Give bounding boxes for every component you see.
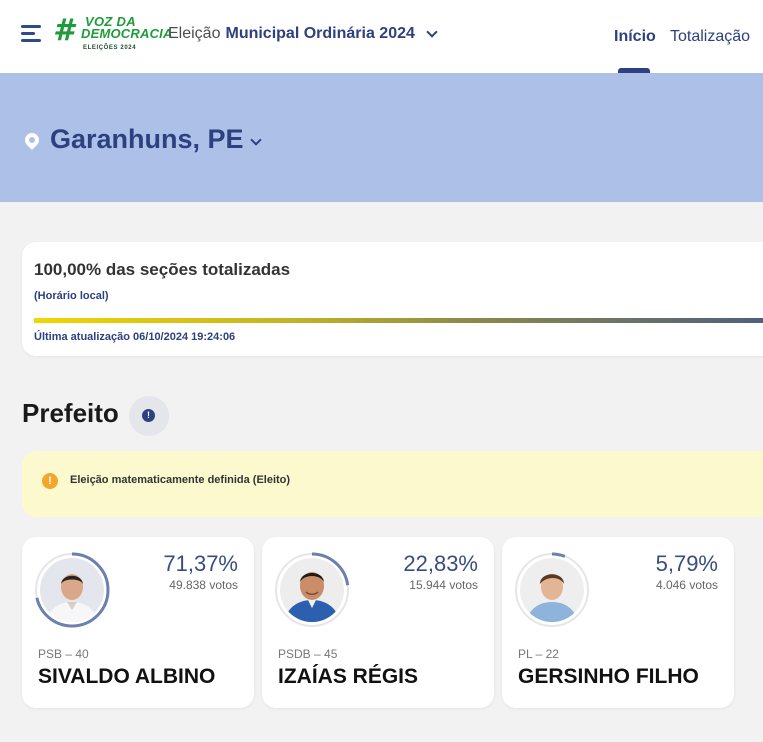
- menu-icon[interactable]: [21, 24, 41, 42]
- progress-title: 100,00% das seções totalizadas: [34, 260, 291, 279]
- election-prefix: Eleição: [168, 25, 221, 42]
- candidate-avatar: [40, 558, 104, 622]
- election-status-alert: ! Eleição matematicamente definida (Elei…: [22, 451, 763, 517]
- progress-subtitle: (Horário local): [34, 290, 109, 302]
- voz-da-democracia-logo[interactable]: # VOZ DA DEMOCRACIA ELEIÇÕES 2024: [53, 13, 172, 55]
- progress-bar: [34, 318, 763, 323]
- tab-totalizacao[interactable]: Totalização: [670, 28, 750, 46]
- candidate-photo: [274, 552, 350, 628]
- alert-text: Eleição matematicamente definida (Eleito…: [70, 474, 291, 486]
- election-selector[interactable]: Eleição Municipal Ordinária 2024: [168, 23, 438, 45]
- candidate-percent: 71,37%: [163, 551, 238, 576]
- candidate-party: PL – 22: [518, 647, 559, 661]
- logo-hashtag: #: [53, 13, 74, 48]
- candidate-percent: 5,79%: [655, 551, 718, 576]
- candidate-name: IZAÍAS RÉGIS: [278, 665, 419, 688]
- election-name: Municipal Ordinária 2024: [225, 25, 415, 42]
- candidate-party: PSDB – 45: [278, 647, 338, 661]
- candidate-party: PSB – 40: [38, 647, 89, 661]
- candidate-photo: [514, 552, 590, 628]
- candidate-card[interactable]: 22,83% 15.944 votos PSDB – 45 IZAÍAS RÉG…: [262, 537, 494, 708]
- candidate-votes: 49.838 votos: [169, 578, 238, 592]
- candidate-avatar: [520, 558, 584, 622]
- totalization-progress-card: 100,00% das seções totalizadas (Horário …: [22, 242, 763, 356]
- candidate-percent: 22,83%: [403, 551, 478, 576]
- city-selector[interactable]: Garanhuns, PE: [50, 124, 244, 155]
- info-icon: !: [142, 409, 155, 422]
- logo-line-3: ELEIÇÕES 2024: [83, 45, 137, 51]
- top-header: # VOZ DA DEMOCRACIA ELEIÇÕES 2024 Eleiçã…: [0, 0, 763, 73]
- candidate-photo: [34, 552, 110, 628]
- info-button[interactable]: !: [129, 396, 169, 436]
- candidate-votes: 4.046 votos: [655, 578, 718, 592]
- candidate-card[interactable]: 71,37% 49.838 votos PSB – 40 SIVALDO ALB…: [22, 537, 254, 708]
- candidate-avatar: [280, 558, 344, 622]
- logo-line-2: DEMOCRACIA: [81, 26, 173, 41]
- candidate-votes: 15.944 votos: [409, 578, 478, 592]
- chevron-down-icon: [426, 25, 438, 38]
- candidate-name: SIVALDO ALBINO: [38, 665, 216, 688]
- section-title: Prefeito: [22, 398, 119, 428]
- warning-info-icon: !: [42, 473, 58, 489]
- candidate-name: GERSINHO FILHO: [518, 665, 699, 688]
- candidate-card[interactable]: 5,79% 4.046 votos PL – 22 GERSINHO FILHO: [502, 537, 734, 708]
- tab-inicio[interactable]: Início: [614, 28, 656, 46]
- last-update: Última atualização 06/10/2024 19:24:06: [34, 331, 236, 343]
